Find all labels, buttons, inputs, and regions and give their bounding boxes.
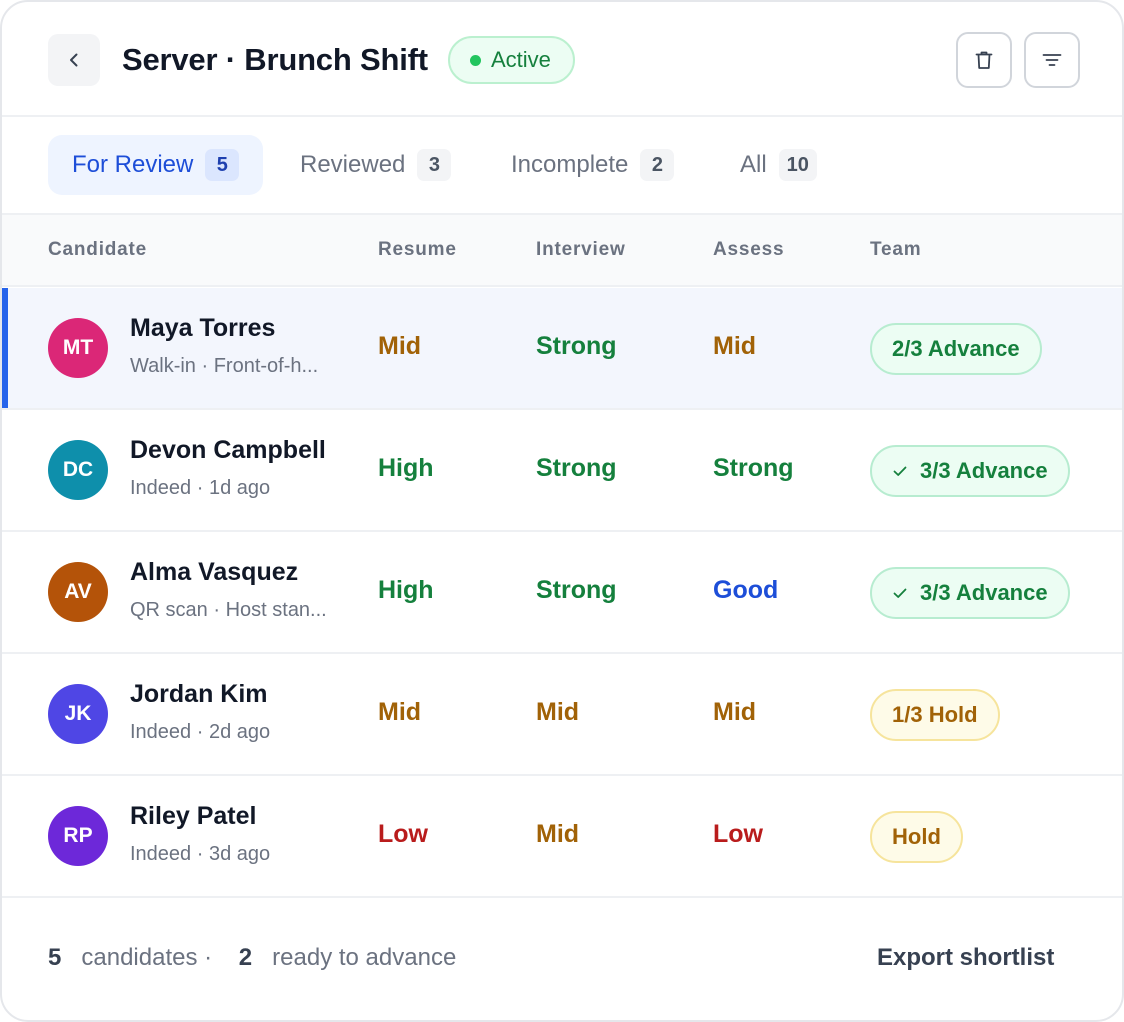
interview-score: Strong [536, 454, 617, 482]
resume-score: Low [378, 820, 428, 848]
tab-bar: For Review 5 Reviewed 3 Incomplete 2 All… [2, 119, 1122, 215]
check-icon [892, 585, 908, 601]
team-decision-badge: Hold [870, 811, 963, 863]
interview-score: Mid [536, 698, 580, 726]
resume-score: Mid [378, 332, 422, 360]
page-title: Server · Brunch Shift [122, 42, 428, 77]
footer-summary: 5 candidates · 2 ready to advance [48, 944, 456, 972]
tab-label: All [740, 151, 767, 178]
candidate-source: Indeed · 3d ago [130, 843, 271, 865]
team-decision-label: 3/3 Advance [920, 458, 1048, 483]
assess-score: Mid [713, 332, 757, 360]
candidate-review-card: Server · Brunch Shift Active For Review … [0, 0, 1124, 1022]
candidate-name: Jordan Kim [130, 680, 268, 708]
table-row[interactable]: AV Alma Vasquez QR scan · Host stan... H… [2, 532, 1122, 654]
avatar: JK [48, 684, 108, 744]
team-decision-badge: 2/3 Advance [870, 323, 1042, 375]
avatar: DC [48, 440, 108, 500]
interview-score: Mid [536, 820, 580, 848]
tab-for-review[interactable]: For Review 5 [48, 135, 264, 195]
candidates-label: candidates · [81, 944, 213, 971]
assess-score: Good [713, 576, 779, 604]
header: Server · Brunch Shift Active [2, 2, 1122, 117]
candidate-source: QR scan · Host stan... [130, 599, 327, 621]
footer: 5 candidates · 2 ready to advance Export… [2, 900, 1122, 1020]
team-decision-label: 2/3 Advance [892, 336, 1020, 361]
candidates-count: 5 [48, 944, 62, 971]
back-button[interactable] [48, 34, 100, 86]
trash-icon [975, 51, 993, 69]
team-decision-label: 3/3 Advance [920, 580, 1048, 605]
tab-label: Incomplete [511, 151, 629, 178]
avatar: RP [48, 806, 108, 866]
interview-score: Strong [536, 576, 617, 604]
column-header-candidate[interactable]: Candidate [48, 239, 147, 261]
column-header-team[interactable]: Team [870, 239, 921, 261]
resume-score: High [378, 576, 434, 604]
ready-count: 2 [238, 944, 253, 971]
assess-score: Low [713, 820, 763, 848]
candidate-name: Maya Torres [130, 314, 276, 342]
table-row[interactable]: JK Jordan Kim Indeed · 2d ago Mid Mid Mi… [2, 654, 1122, 776]
team-decision-badge: 1/3 Hold [870, 689, 1000, 741]
tab-all[interactable]: All 10 [740, 135, 817, 195]
chevron-left-icon [70, 53, 78, 67]
column-header-resume[interactable]: Resume [378, 239, 457, 261]
table-row[interactable]: DC Devon Campbell Indeed · 1d ago High S… [2, 410, 1122, 532]
candidate-source: Indeed · 2d ago [130, 721, 271, 743]
candidate-name: Riley Patel [130, 802, 257, 830]
tab-incomplete[interactable]: Incomplete 2 [511, 135, 675, 195]
team-decision-badge: 3/3 Advance [870, 567, 1070, 619]
status-label: Active [491, 47, 551, 72]
tab-count-badge: 3 [417, 149, 452, 181]
tab-count-badge: 2 [640, 149, 675, 181]
candidate-source: Walk-in · Front-of-h... [130, 355, 319, 377]
assess-score: Strong [713, 454, 794, 482]
tab-count-badge: 10 [778, 149, 817, 181]
avatar: MT [48, 318, 108, 378]
resume-score: High [378, 454, 434, 482]
check-icon [892, 463, 908, 479]
export-shortlist-button[interactable]: Export shortlist [877, 944, 1054, 972]
status-dot-icon [470, 54, 481, 66]
status-badge: Active [448, 36, 575, 84]
candidate-name: Alma Vasquez [130, 558, 299, 586]
column-header-assess[interactable]: Assess [713, 239, 784, 261]
assess-score: Mid [713, 698, 757, 726]
candidate-source: Indeed · 1d ago [130, 477, 271, 499]
tab-label: Reviewed [300, 151, 406, 178]
team-decision-badge: 3/3 Advance [870, 445, 1070, 497]
column-header-interview[interactable]: Interview [536, 239, 626, 261]
filter-button[interactable] [1024, 32, 1080, 88]
table-header: Candidate Resume Interview Assess Team [2, 215, 1122, 287]
tab-label: For Review [72, 151, 194, 178]
team-decision-label: Hold [892, 824, 941, 849]
interview-score: Strong [536, 332, 617, 360]
resume-score: Mid [378, 698, 422, 726]
candidate-name: Devon Campbell [130, 436, 326, 464]
table-row[interactable]: MT Maya Torres Walk-in · Front-of-h... M… [2, 288, 1122, 410]
filter-icon [1042, 54, 1062, 66]
ready-label: ready to advance [272, 944, 457, 971]
delete-button[interactable] [956, 32, 1012, 88]
tab-count-badge: 5 [205, 149, 240, 181]
table-row[interactable]: RP Riley Patel Indeed · 3d ago Low Mid L… [2, 776, 1122, 898]
avatar: AV [48, 562, 108, 622]
tab-reviewed[interactable]: Reviewed 3 [300, 135, 452, 195]
team-decision-label: 1/3 Hold [892, 702, 978, 727]
